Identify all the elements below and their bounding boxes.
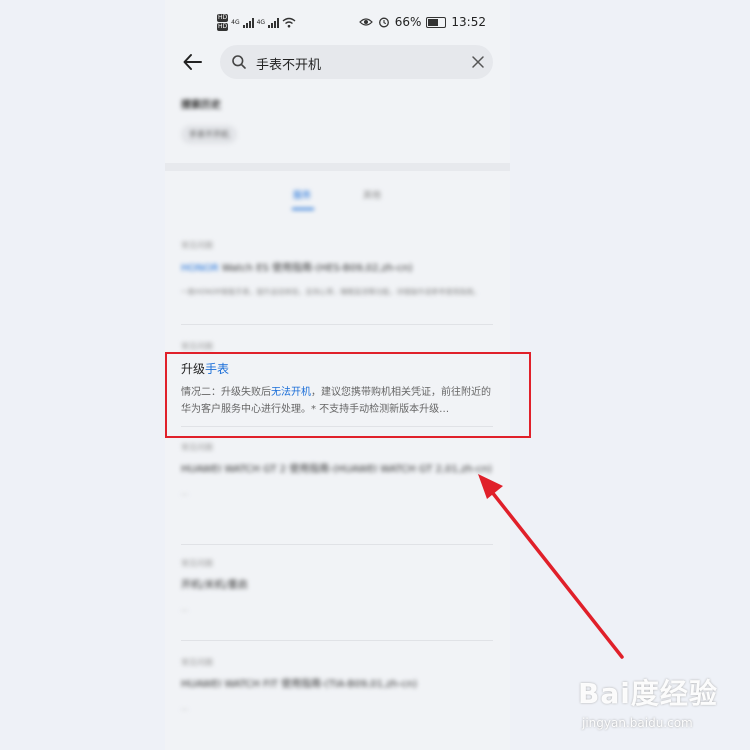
section-label: 常见问题	[181, 559, 213, 568]
status-bar: HD HD 4G 4G 66% 13:52	[165, 8, 510, 38]
list-item[interactable]: HUAWEI WATCH GT 2 使用指南-(HUAWEI WATCH GT …	[181, 462, 493, 501]
close-icon[interactable]	[471, 55, 485, 69]
annotation-highlight-box	[165, 352, 531, 438]
search-history: 搜索历史 手表不开机	[181, 96, 501, 144]
section-label: 常见问题	[181, 241, 213, 250]
result-title: HUAWEI WATCH FIT 使用指南-(TIA-B09,01,zh-cn)	[181, 679, 418, 690]
result-desc: 一款HONOR智能手表，提升运动体验，支持心率、睡眠监测等功能，详细操作请参考使…	[181, 288, 481, 296]
result-desc: …	[181, 605, 188, 613]
section-label: 常见问题	[181, 658, 213, 667]
search-icon	[232, 55, 246, 69]
battery-icon	[426, 16, 447, 28]
back-arrow-icon[interactable]	[181, 50, 205, 74]
signal-icon-2	[268, 17, 280, 28]
battery-percent: 66%	[394, 15, 422, 29]
row-divider	[181, 324, 493, 325]
hd-icon: HD HD	[217, 14, 229, 31]
row-divider	[181, 640, 493, 641]
tab-service[interactable]: 服务	[293, 188, 311, 201]
alarm-icon	[378, 17, 389, 28]
result-desc: …	[181, 704, 188, 712]
search-input[interactable]	[254, 51, 458, 75]
result-title: 开机/关机/重启	[181, 580, 248, 591]
result-title: HUAWEI WATCH GT 2 使用指南-(HUAWEI WATCH GT …	[181, 464, 492, 475]
network-label-b: 4G	[256, 19, 266, 26]
tab-indicator	[292, 208, 314, 210]
search-box[interactable]	[220, 45, 493, 79]
tab-other[interactable]: 其他	[363, 188, 381, 201]
watermark-url: jingyan.baidu.com	[582, 716, 693, 730]
list-item[interactable]: 开机/关机/重启 …	[181, 578, 493, 617]
section-divider	[165, 163, 510, 171]
result-title: Watch ES 使用指南-(HES-B09,02,zh-cn)	[218, 263, 413, 274]
search-row	[165, 44, 510, 82]
clock: 13:52	[451, 15, 486, 29]
watermark-brand: Bai度经验	[578, 677, 718, 710]
result-desc: …	[181, 489, 188, 497]
result-tabs: 服务 其他	[165, 184, 510, 214]
section-label: 常见问题	[181, 342, 213, 351]
result-title-brand: HONOR	[181, 263, 219, 274]
row-divider	[181, 544, 493, 545]
status-left: HD HD 4G 4G	[217, 14, 296, 31]
section-label: 常见问题	[181, 443, 213, 452]
wifi-icon	[282, 17, 296, 28]
status-right: 66% 13:52	[358, 15, 486, 29]
history-chip[interactable]: 手表不开机	[181, 125, 237, 144]
list-item[interactable]: HUAWEI WATCH FIT 使用指南-(TIA-B09,01,zh-cn)…	[181, 677, 493, 716]
history-title: 搜索历史	[181, 100, 221, 111]
signal-icon	[242, 17, 254, 28]
list-item[interactable]: HONOR Watch ES 使用指南-(HES-B09,02,zh-cn) 一…	[181, 261, 493, 300]
eye-icon	[358, 18, 373, 26]
network-label-a: 4G	[231, 19, 240, 26]
watermark-logo: Bai度经验 jingyan.baidu.com	[578, 672, 748, 744]
